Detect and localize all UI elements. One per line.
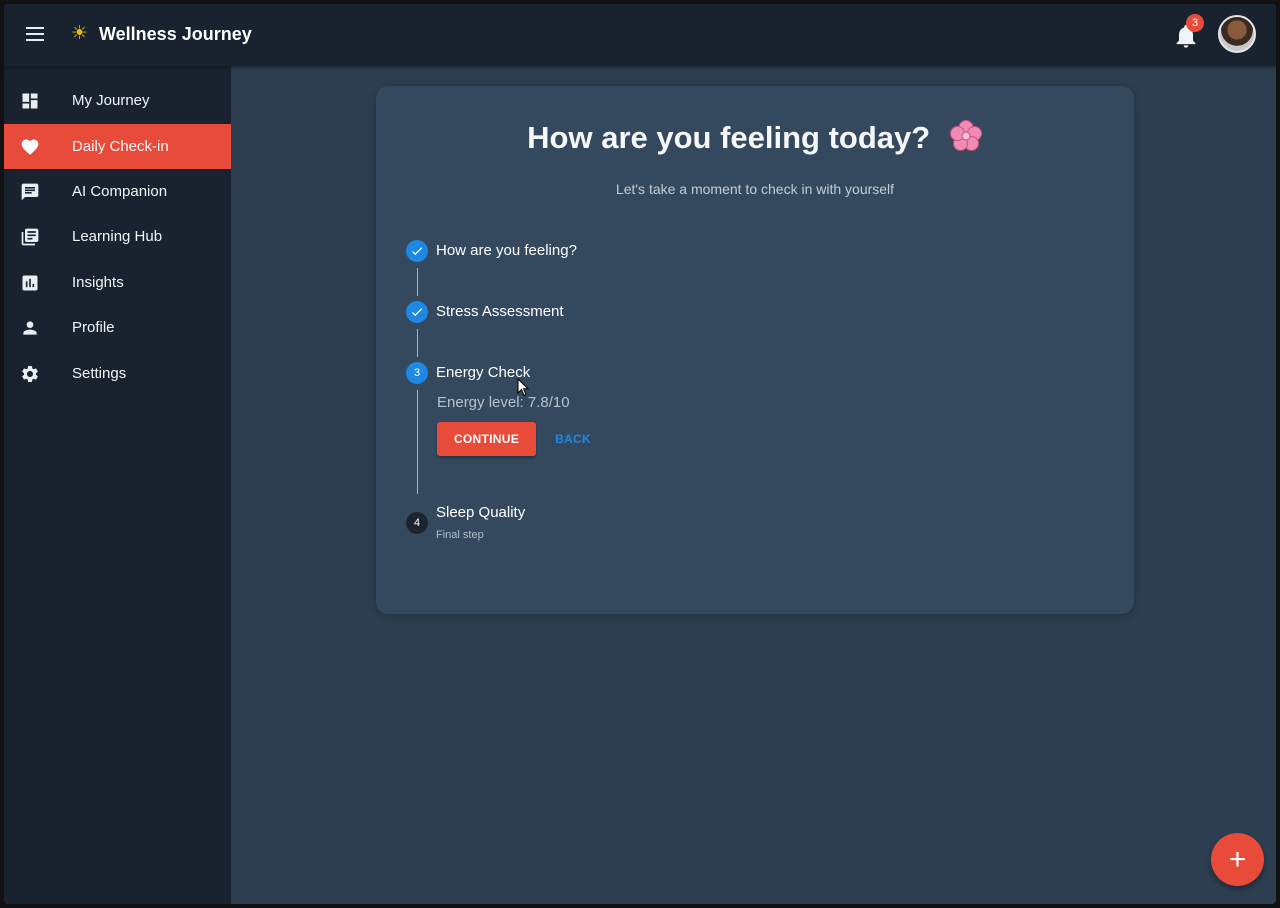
step-connector (417, 329, 418, 357)
page-title-text: How are you feeling today? (527, 120, 931, 155)
check-icon (406, 301, 428, 323)
sidebar-item-daily-check-in[interactable]: Daily Check-in (4, 124, 231, 169)
sidebar-item-learning-hub[interactable]: Learning Hub (4, 214, 231, 259)
app-window: ☀ Wellness Journey 3 My Journey Daily Ch… (4, 4, 1276, 904)
sidebar-item-label: Insights (72, 274, 124, 291)
sidebar-item-label: Learning Hub (72, 228, 163, 245)
sidebar-item-label: AI Companion (72, 183, 168, 200)
check-icon (406, 240, 428, 262)
avatar[interactable] (1218, 15, 1256, 53)
sidebar-item-label: Daily Check-in (72, 138, 169, 155)
step-label-feeling: How are you feeling? (436, 242, 577, 259)
menu-icon[interactable] (24, 23, 46, 45)
library-icon (20, 227, 40, 247)
step-connector (417, 390, 418, 494)
page-title: How are you feeling today? (376, 118, 1134, 158)
flower-icon (949, 119, 983, 153)
sidebar-item-my-journey[interactable]: My Journey (4, 78, 231, 123)
app-title: Wellness Journey (99, 24, 252, 44)
sidebar-item-ai-companion[interactable]: AI Companion (4, 169, 231, 214)
step-label-stress: Stress Assessment (436, 303, 564, 320)
sun-icon: ☀ (71, 23, 89, 44)
notification-badge: 3 (1186, 14, 1204, 32)
step-number-badge: 3 (406, 362, 428, 384)
sidebar-item-insights[interactable]: Insights (4, 260, 231, 305)
app-bar: ☀ Wellness Journey 3 (4, 4, 1276, 66)
dashboard-icon (20, 91, 40, 111)
sidebar-item-label: My Journey (72, 92, 150, 109)
back-button[interactable]: BACK (544, 422, 602, 456)
gear-icon (20, 364, 40, 384)
page-subtitle: Let's take a moment to check in with you… (615, 181, 895, 197)
sidebar-item-settings[interactable]: Settings (4, 351, 231, 396)
person-icon (20, 318, 40, 338)
chat-icon (20, 182, 40, 202)
sidebar-item-label: Settings (72, 365, 127, 382)
chart-icon (20, 273, 40, 293)
energy-level-value: Energy level: 7.8/10 (437, 394, 570, 411)
step-number-badge: 4 (406, 512, 428, 534)
sidebar-item-profile[interactable]: Profile (4, 305, 231, 350)
step-label-sleep: Sleep Quality (436, 504, 526, 521)
step-caption: Final step (436, 529, 484, 541)
continue-button[interactable]: CONTINUE (437, 422, 536, 456)
add-button[interactable]: + (1211, 833, 1264, 886)
checkin-card: How are you feeling today? Let's take a … (376, 86, 1134, 614)
mouse-cursor-icon (517, 378, 530, 397)
sidebar-item-label: Profile (72, 319, 115, 336)
heart-icon (20, 137, 40, 157)
step-connector (417, 268, 418, 296)
sidebar: My Journey Daily Check-in AI Companion L… (4, 66, 231, 904)
